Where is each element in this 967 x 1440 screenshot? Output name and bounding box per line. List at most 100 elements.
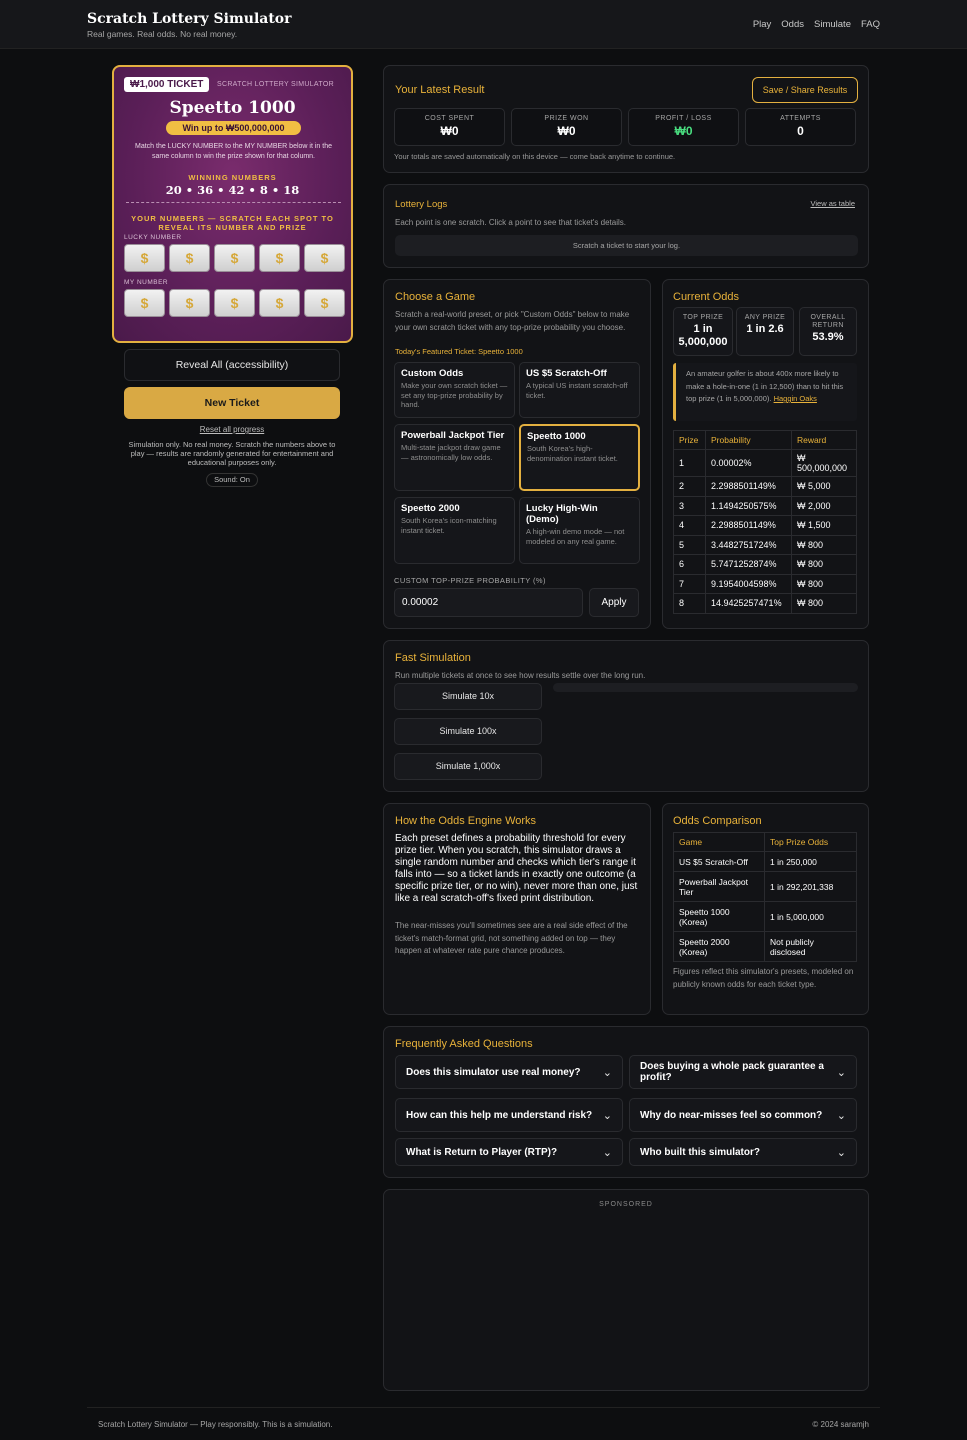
nav-odds[interactable]: Odds [781, 19, 804, 30]
view-as-table-link[interactable]: View as table [811, 199, 855, 208]
prize-reward: ₩ 2,000 [791, 495, 857, 516]
scratch-spot[interactable]: $ [169, 244, 210, 272]
site-header: Scratch Lottery Simulator Real games. Re… [0, 0, 967, 49]
table-row: 6 5.7471252874% ₩ 800 [673, 554, 857, 575]
game-option-lucky-high-win[interactable]: Lucky High-Win (Demo) A high-win demo mod… [519, 497, 640, 564]
autosave-note: Your totals are saved automatically on t… [394, 152, 676, 161]
scratch-spot[interactable]: $ [214, 289, 255, 317]
prize-rank: 3 [673, 495, 706, 516]
faq-item[interactable]: Does buying a whole pack guarantee a pro… [629, 1055, 857, 1089]
ticket-top-prize: Win up to ₩500,000,000 [166, 121, 301, 135]
faq-title: Frequently Asked Questions [395, 1038, 533, 1050]
game-option-powerball[interactable]: Powerball Jackpot Tier Multi-state jackpo… [394, 424, 515, 491]
prize-reward: ₩ 800 [791, 534, 857, 555]
game-name: US $5 Scratch-Off [673, 851, 765, 872]
top-prize-odds: 1 in 5,000,000 [764, 901, 857, 932]
simulate-10x-button[interactable]: Simulate 10x [394, 683, 542, 710]
custom-probability-input[interactable]: 0.00002 [394, 588, 583, 617]
comparison-header: Game Top Prize Odds [673, 832, 857, 852]
scratch-spot[interactable]: $ [304, 289, 345, 317]
game-description: Multi-state jackpot draw game — astronom… [401, 443, 501, 462]
disclaimer: Simulation only. No real money. Scratch … [128, 440, 336, 467]
latest-result-title: Your Latest Result [395, 84, 485, 96]
apply-button[interactable]: Apply [589, 588, 639, 617]
nav-simulate[interactable]: Simulate [814, 19, 851, 30]
chevron-down-icon: ⌄ [836, 1066, 846, 1079]
scratch-spot[interactable]: $ [259, 289, 300, 317]
scratch-spot[interactable]: $ [124, 289, 165, 317]
scratch-spot[interactable]: $ [124, 244, 165, 272]
fast-simulation-description: Run multiple tickets at once to see how … [395, 671, 646, 680]
site-title[interactable]: Scratch Lottery Simulator [87, 11, 292, 27]
prize-reward: ₩ 1,500 [791, 515, 857, 536]
odds-engine-title: How the Odds Engine Works [395, 815, 537, 827]
game-name: Speetto 2000 [401, 503, 460, 514]
column-header: Game [673, 832, 765, 852]
odds-label: ANY PRIZE [744, 314, 786, 321]
faq-item[interactable]: Who built this simulator? ⌄ [629, 1138, 857, 1166]
stat-profit-loss: PROFIT / LOSS ₩0 [628, 108, 739, 146]
ticket-instructions: Match the LUCKY NUMBER to the MY NUMBER … [135, 143, 332, 160]
sound-toggle[interactable]: Sound: On [206, 473, 258, 487]
scratch-spot[interactable]: $ [214, 244, 255, 272]
game-option-us-5-scratch-off[interactable]: US $5 Scratch-Off A typical US instant sc… [519, 362, 640, 418]
game-name: Lucky High-Win (Demo) [526, 503, 598, 525]
fast-simulation-title: Fast Simulation [395, 652, 471, 664]
game-name: Powerball Jackpot Tier [401, 430, 505, 441]
choose-game-title: Choose a Game [395, 291, 476, 303]
game-option-custom-odds[interactable]: Custom Odds Make your own scratch ticket … [394, 362, 515, 418]
table-row: US $5 Scratch-Off 1 in 250,000 [673, 851, 857, 872]
prize-reward: ₩ 800 [791, 573, 857, 594]
lucky-number-label: LUCKY NUMBER [124, 234, 182, 241]
lucky-number-row: $ $ $ $ $ [124, 244, 345, 272]
new-ticket-button[interactable]: New Ticket [124, 387, 340, 419]
table-row: 5 3.4482751724% ₩ 800 [673, 534, 857, 555]
prize-probability: 5.7471252874% [705, 554, 792, 575]
fact-source-link[interactable]: Haggin Oaks [774, 394, 817, 403]
prize-probability: 1.14942505​75% [705, 495, 792, 516]
column-header: Probability [705, 430, 792, 450]
prize-probability: 9.1954004598% [705, 573, 792, 594]
table-row: 7 9.1954004598% ₩ 800 [673, 573, 857, 594]
faq-item[interactable]: How can this help me understand risk? ⌄ [395, 1098, 623, 1132]
column-header: Reward [791, 430, 857, 450]
odds-any-prize: ANY PRIZE 1 in 2.6 [736, 307, 794, 356]
share-results-button[interactable]: Save / Share Results [752, 77, 858, 103]
site-tagline: Real games. Real odds. No real money. [87, 29, 238, 39]
winning-numbers-label: WINNING NUMBERS [188, 173, 277, 182]
ticket-brand: SCRATCH LOTTERY SIMULATOR [217, 81, 334, 88]
chevron-down-icon: ⌄ [602, 1109, 612, 1122]
logs-empty-state: Scratch a ticket to start your log. [395, 235, 858, 256]
table-row: 2 2.2988501149% ₩ 5,000 [673, 476, 857, 497]
current-odds-title: Current Odds [673, 291, 740, 303]
game-option-speetto-2000[interactable]: Speetto 2000 South Korea's icon-matching … [394, 497, 515, 564]
faq-item[interactable]: Why do near-misses feel so common? ⌄ [629, 1098, 857, 1132]
reset-progress-link[interactable]: Reset all progress [124, 425, 340, 434]
game-option-speetto-1000[interactable]: Speetto 1000 South Korea's high-denominat… [519, 424, 640, 491]
odds-label: OVERALL RETURN [810, 314, 846, 329]
prize-probability: 2.2988501149% [705, 476, 792, 497]
odds-comparison-title: Odds Comparison [673, 815, 762, 827]
footer-copyright: © 2024 saramjh [812, 1420, 869, 1429]
game-description: South Korea's icon-matching instant tick… [401, 516, 497, 535]
scratch-spot[interactable]: $ [304, 244, 345, 272]
top-prize-odds: 1 in 292,201,338 [764, 871, 857, 902]
faq-item[interactable]: Does this simulator use real money? ⌄ [395, 1055, 623, 1089]
nav-play[interactable]: Play [753, 19, 771, 30]
nav-faq[interactable]: FAQ [861, 19, 880, 30]
ticket-name: Speetto 1000 [169, 98, 296, 118]
faq-item[interactable]: What is Return to Player (RTP)? ⌄ [395, 1138, 623, 1166]
stat-cost-spent: COST SPENT ₩0 [394, 108, 505, 146]
scratch-spot[interactable]: $ [259, 244, 300, 272]
reveal-all-button[interactable]: Reveal All (accessibility) [124, 349, 340, 381]
game-name: Speetto 1000 (Korea) [673, 901, 765, 932]
scratch-spot[interactable]: $ [169, 289, 210, 317]
faq-question: Who built this simulator? [640, 1146, 760, 1158]
simulate-1000x-button[interactable]: Simulate 1,000x [394, 753, 542, 780]
prize-probability: 0.00002% [705, 449, 792, 477]
lottery-logs-card: Lottery Logs View as table Each point is… [383, 184, 869, 268]
odds-value: 1 in 5,000,000 [678, 323, 728, 348]
prize-table-header: Prize Probability Reward [673, 430, 857, 450]
faq-question: Does this simulator use real money? [406, 1066, 581, 1078]
simulate-100x-button[interactable]: Simulate 100x [394, 718, 542, 745]
